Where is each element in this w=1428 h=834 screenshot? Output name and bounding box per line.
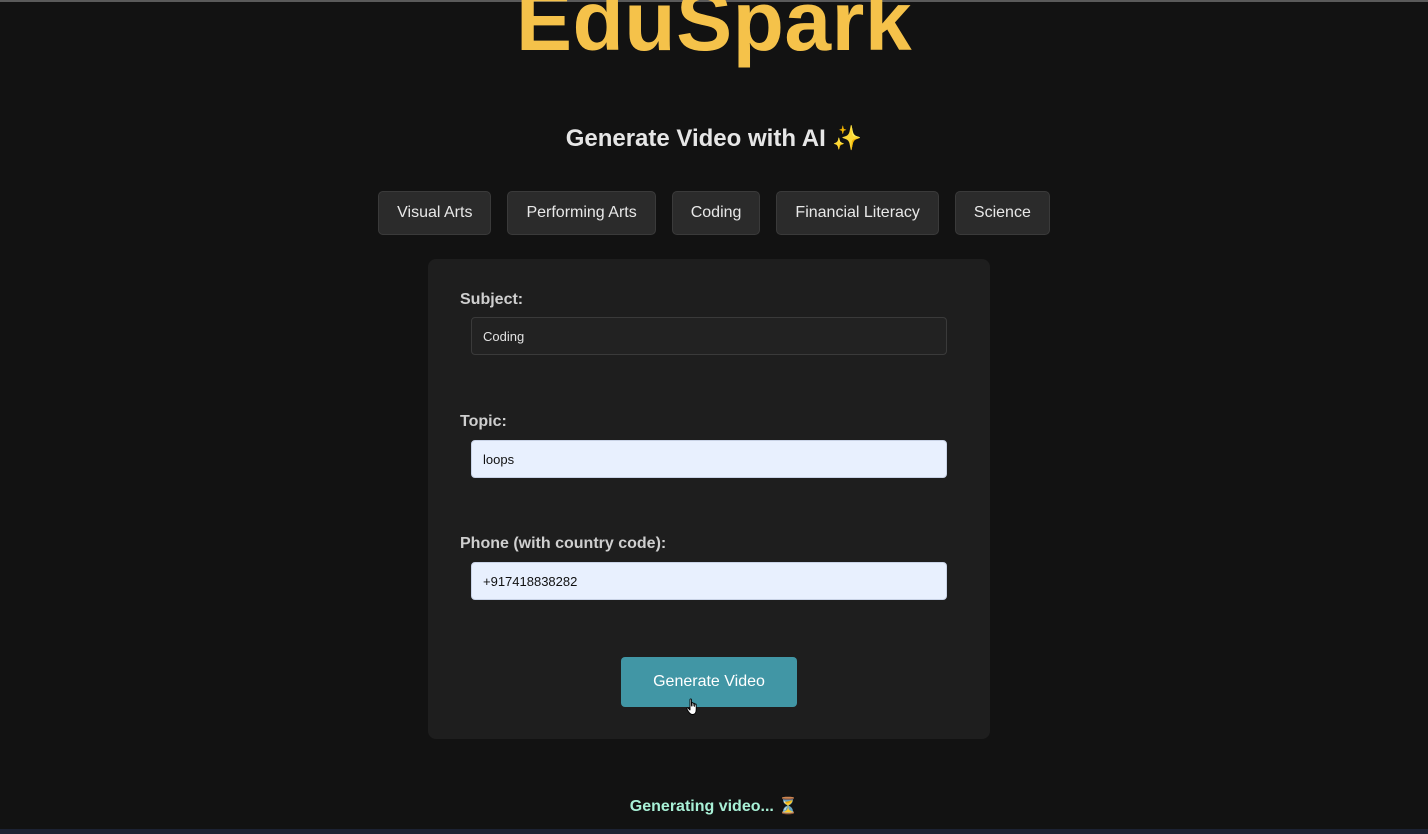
phone-input[interactable] xyxy=(471,562,947,600)
topic-label: Topic: xyxy=(460,413,507,430)
brand-title: EduSpark xyxy=(515,0,913,68)
generation-status: Generating video... ⏳ xyxy=(0,796,1428,816)
chip-science[interactable]: Science xyxy=(954,191,1050,235)
subject-label: Subject: xyxy=(460,291,524,308)
subtitle-text: Generate Video with AI xyxy=(565,125,826,152)
topic-input[interactable] xyxy=(471,440,947,478)
chip-performing-arts[interactable]: Performing Arts xyxy=(507,191,656,235)
subject-chips: Visual Arts Performing Arts Coding Finan… xyxy=(0,191,1428,235)
generate-video-button[interactable]: Generate Video xyxy=(621,657,797,707)
subject-field[interactable] xyxy=(471,317,947,355)
window-bottom-border xyxy=(0,829,1428,834)
hand-pointer-icon xyxy=(686,698,700,721)
page-subtitle: Generate Video with AI ✨ xyxy=(0,124,1428,153)
chip-coding[interactable]: Coding xyxy=(671,191,761,235)
chip-financial-literacy[interactable]: Financial Literacy xyxy=(776,191,939,235)
hourglass-icon: ⏳ xyxy=(778,798,799,815)
sparkles-icon: ✨ xyxy=(832,125,863,152)
video-form-card: Subject: Topic: Phone (with country code… xyxy=(428,259,990,739)
phone-label: Phone (with country code): xyxy=(460,535,667,552)
chip-visual-arts[interactable]: Visual Arts xyxy=(378,191,492,235)
status-text: Generating video... xyxy=(629,798,774,815)
